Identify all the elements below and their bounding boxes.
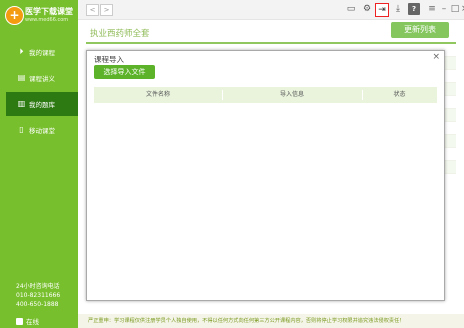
select-import-file-button[interactable]: 选择导入文件 bbox=[94, 65, 155, 79]
maximize-icon[interactable]: □ bbox=[450, 3, 460, 15]
sidebar-item-label: 课程讲义 bbox=[29, 75, 55, 83]
column-header-file-name: 文件名称 bbox=[145, 91, 170, 98]
import-icon[interactable]: ⇥ bbox=[375, 3, 389, 17]
column-header-import-info: 导入信息 bbox=[279, 91, 304, 98]
app-url: www.med66.com bbox=[25, 17, 69, 23]
forward-button[interactable]: > bbox=[100, 4, 113, 16]
sidebar-item-question-bank[interactable]: ▥ 我的题库 bbox=[6, 92, 78, 116]
minimize-icon[interactable]: – bbox=[439, 3, 449, 15]
notice-bar: 严正重申：学习课程仅供注册学员个人独自使用，不得以任何方式向任何第三方公开课程内… bbox=[78, 314, 464, 328]
course-import-dialog: 课程导入 × 选择导入文件 文件名称 导入信息 状态 bbox=[86, 50, 445, 301]
hotline-phone-2: 400-650-1888 bbox=[16, 301, 59, 308]
hotline-phone-1: 010-82311666 bbox=[16, 292, 61, 299]
gear-icon[interactable]: ⚙ bbox=[361, 3, 373, 15]
back-button[interactable]: < bbox=[86, 4, 99, 16]
sidebar-item-label: 我的课程 bbox=[29, 49, 55, 57]
sidebar-item-label: 我的题库 bbox=[29, 101, 55, 109]
close-icon[interactable]: × bbox=[432, 52, 440, 62]
sidebar-item-label: 移动课堂 bbox=[29, 127, 55, 135]
top-toolbar: < > ▭ ⚙ ⇥ ⤓ ? ≡ – □ × bbox=[78, 0, 464, 20]
sidebar: + 医学下载课堂 www.med66.com ⏵ 我的课程 ▤ 课程讲义 ▥ 我… bbox=[0, 0, 78, 328]
logo-badge-icon: + bbox=[5, 6, 24, 25]
help-icon[interactable]: ? bbox=[408, 3, 420, 15]
sidebar-item-my-courses[interactable]: ⏵ 我的课程 bbox=[0, 40, 78, 64]
online-status-label: 在线 bbox=[26, 318, 39, 326]
app-title: 医学下载课堂 bbox=[25, 7, 73, 16]
download-icon[interactable]: ⤓ bbox=[392, 3, 404, 15]
play-circle-icon: ⏵ bbox=[19, 47, 24, 56]
column-header-status: 状态 bbox=[393, 91, 406, 98]
book-icon: ▥ bbox=[17, 99, 26, 108]
user-status-icon bbox=[16, 318, 23, 325]
online-status[interactable]: 在线 bbox=[16, 316, 39, 326]
hotline-label: 24小时咨询电话 bbox=[16, 283, 60, 290]
menu-icon[interactable]: ≡ bbox=[427, 3, 437, 15]
dialog-title: 课程导入 bbox=[94, 55, 124, 64]
sidebar-item-mobile-class[interactable]: ▯ 移动课堂 bbox=[0, 118, 78, 142]
mobile-icon: ▯ bbox=[19, 125, 24, 134]
import-table-header: 文件名称 导入信息 状态 bbox=[94, 87, 437, 103]
document-icon: ▤ bbox=[17, 73, 26, 82]
sidebar-nav: ⏵ 我的课程 ▤ 课程讲义 ▥ 我的题库 ▯ 移动课堂 bbox=[0, 40, 78, 144]
chat-icon[interactable]: ▭ bbox=[345, 3, 357, 15]
app-logo: + 医学下载课堂 www.med66.com bbox=[5, 4, 77, 28]
sidebar-item-lecture-notes[interactable]: ▤ 课程讲义 bbox=[0, 66, 78, 90]
hotline-info: 24小时咨询电话 010-82311666 400-650-1888 bbox=[16, 282, 60, 309]
